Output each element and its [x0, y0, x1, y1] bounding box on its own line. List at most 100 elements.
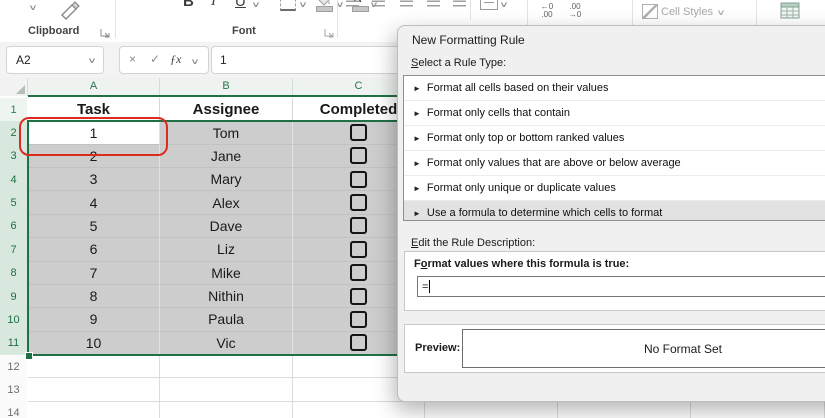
- cell[interactable]: Liz: [160, 238, 293, 261]
- column-header-b[interactable]: B: [160, 78, 293, 95]
- merge-center-icon[interactable]: [480, 0, 498, 10]
- cell[interactable]: Dave: [160, 215, 293, 238]
- fill-handle[interactable]: [25, 352, 33, 360]
- chevron-down-icon[interactable]: ∨: [28, 3, 37, 12]
- enter-icon[interactable]: ✓: [150, 52, 160, 66]
- underline-chevron-icon[interactable]: ∨: [251, 0, 260, 9]
- task-checkbox[interactable]: [350, 334, 367, 351]
- cell[interactable]: 5: [28, 215, 160, 238]
- rule-type-option[interactable]: ►Format only values that are above or be…: [404, 150, 825, 175]
- rule-type-option[interactable]: ►Format only unique or duplicate values: [404, 175, 825, 200]
- align-right-icon[interactable]: [400, 0, 413, 7]
- annotation-highlight: [19, 117, 168, 156]
- cell[interactable]: Mary: [160, 168, 293, 191]
- cell[interactable]: [558, 402, 691, 418]
- cell-styles-button[interactable]: Cell Styles: [661, 6, 713, 18]
- row-header[interactable]: 11: [0, 332, 27, 356]
- task-checkbox[interactable]: [350, 194, 367, 211]
- increase-decimal-icon[interactable]: ←0 .00: [536, 3, 558, 19]
- cell[interactable]: [28, 355, 160, 378]
- cell[interactable]: [425, 402, 558, 418]
- format-as-table-icon[interactable]: [780, 2, 800, 24]
- cell[interactable]: Mike: [160, 262, 293, 285]
- rule-arrow-icon: ►: [413, 159, 421, 168]
- row-header[interactable]: 13: [0, 378, 27, 402]
- row-header[interactable]: 12: [0, 355, 27, 379]
- cell[interactable]: 4: [28, 191, 160, 214]
- decrease-indent-icon[interactable]: [427, 0, 440, 7]
- cell[interactable]: [160, 355, 293, 378]
- task-checkbox[interactable]: [350, 288, 367, 305]
- rule-type-option[interactable]: ►Format only top or bottom ranked values: [404, 125, 825, 150]
- row-header[interactable]: 4: [0, 168, 27, 192]
- task-checkbox[interactable]: [350, 124, 367, 141]
- borders-icon[interactable]: [280, 0, 296, 11]
- cell[interactable]: 3: [28, 168, 160, 191]
- cell[interactable]: [691, 402, 825, 418]
- column-header-a[interactable]: A: [28, 78, 160, 95]
- cell[interactable]: [28, 378, 160, 401]
- cell[interactable]: Alex: [160, 191, 293, 214]
- cell[interactable]: Assignee: [160, 98, 293, 121]
- cell[interactable]: Vic: [160, 332, 293, 355]
- cell[interactable]: Paula: [160, 308, 293, 331]
- cell[interactable]: 6: [28, 238, 160, 261]
- rule-type-option[interactable]: ►Format only cells that contain: [404, 100, 825, 125]
- task-checkbox[interactable]: [350, 147, 367, 164]
- decrease-decimal-icon[interactable]: .00 →0: [564, 3, 586, 19]
- rule-type-option[interactable]: ►Use a formula to determine which cells …: [404, 200, 825, 221]
- cell-styles-chevron-icon[interactable]: ∨: [716, 8, 725, 17]
- formula-true-label: Format values where this formula is true…: [414, 258, 629, 270]
- fx-chevron-icon[interactable]: ∨: [190, 57, 199, 66]
- task-checkbox[interactable]: [350, 264, 367, 281]
- cell[interactable]: 10: [28, 332, 160, 355]
- name-box-chevron-icon[interactable]: ∨: [87, 56, 96, 65]
- borders-chevron-icon[interactable]: ∨: [298, 0, 307, 9]
- cell[interactable]: Jane: [160, 145, 293, 168]
- cell[interactable]: [293, 402, 425, 418]
- increase-indent-icon[interactable]: [453, 0, 466, 7]
- preview-panel: Preview: No Format Set: [404, 324, 825, 373]
- cell[interactable]: [160, 402, 293, 418]
- cell[interactable]: [160, 378, 293, 401]
- cell[interactable]: Tom: [160, 121, 293, 144]
- cancel-icon[interactable]: ×: [129, 52, 136, 66]
- align-center-icon[interactable]: [372, 0, 385, 7]
- preview-box: No Format Set: [462, 329, 825, 368]
- task-checkbox[interactable]: [350, 217, 367, 234]
- bold-button[interactable]: B: [183, 0, 194, 10]
- excel-window: ∨ Clipboard B I U ∨ ∨ ∨ A ∨: [0, 0, 825, 418]
- row-header[interactable]: 14: [0, 402, 27, 418]
- cell[interactable]: 9: [28, 308, 160, 331]
- rule-formula-input[interactable]: =: [417, 276, 825, 297]
- italic-button[interactable]: I: [211, 0, 216, 10]
- cell[interactable]: 7: [28, 262, 160, 285]
- select-all-triangle-icon: [16, 85, 25, 94]
- cell-styles-icon[interactable]: [642, 4, 658, 19]
- cell[interactable]: 8: [28, 285, 160, 308]
- row-header[interactable]: 5: [0, 191, 27, 215]
- underline-button[interactable]: U: [235, 0, 246, 10]
- formula-input-value: 1: [220, 53, 227, 67]
- cell[interactable]: Nithin: [160, 285, 293, 308]
- select-all-corner[interactable]: [0, 78, 28, 96]
- row-header[interactable]: 10: [0, 308, 27, 332]
- format-painter-icon[interactable]: [58, 0, 84, 25]
- clipboard-group-label: Clipboard: [28, 25, 79, 37]
- insert-function-icon[interactable]: ƒx: [170, 52, 181, 67]
- align-left-icon[interactable]: [346, 0, 359, 7]
- merge-center-chevron-icon[interactable]: ∨: [499, 0, 508, 9]
- task-checkbox[interactable]: [350, 171, 367, 188]
- fill-color-icon[interactable]: [316, 0, 332, 11]
- row-header[interactable]: 8: [0, 262, 27, 286]
- rule-type-option[interactable]: ►Format all cells based on their values: [404, 76, 825, 100]
- task-checkbox[interactable]: [350, 241, 367, 258]
- cell[interactable]: [28, 402, 160, 418]
- dialog-title: New Formatting Rule: [412, 33, 525, 47]
- task-checkbox[interactable]: [350, 311, 367, 328]
- row-header[interactable]: 6: [0, 215, 27, 239]
- row-header[interactable]: 9: [0, 285, 27, 309]
- new-formatting-rule-dialog: New Formatting Rule Select a Rule Type: …: [397, 25, 825, 402]
- row-header[interactable]: 7: [0, 238, 27, 262]
- name-box[interactable]: A2 ∨: [6, 46, 104, 74]
